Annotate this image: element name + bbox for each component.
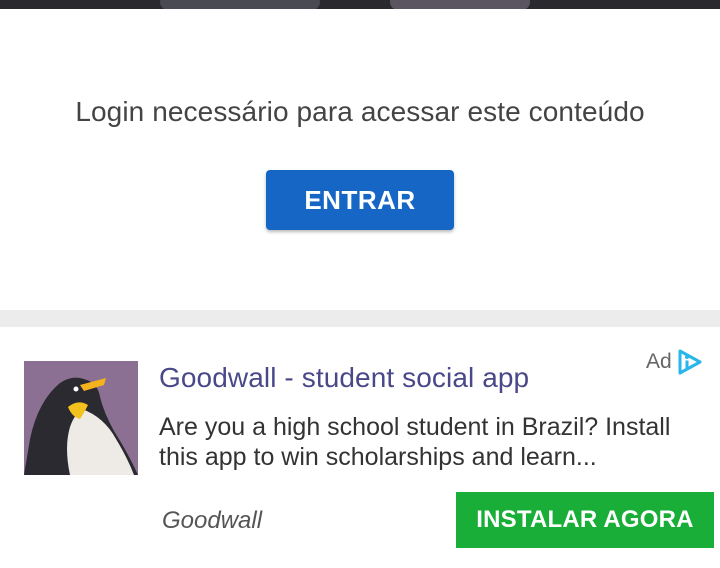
login-required-panel: Login necessário para acessar este conte… — [0, 9, 720, 310]
login-required-message: Login necessário para acessar este conte… — [75, 96, 645, 127]
ad-title[interactable]: Goodwall - student social app — [159, 362, 529, 394]
ad-description: Are you a high school student in Brazil?… — [159, 413, 671, 471]
enter-button[interactable]: ENTRAR — [266, 170, 454, 230]
install-now-button[interactable]: INSTALAR AGORA — [456, 492, 714, 548]
ad-card[interactable]: Goodwall - student social app Are you a … — [0, 327, 720, 568]
adchoices-icon[interactable] — [676, 348, 704, 376]
penguin-icon[interactable] — [24, 361, 138, 475]
section-divider — [0, 310, 720, 327]
ad-badge[interactable]: Ad — [646, 348, 704, 376]
advertiser-name: Goodwall — [162, 507, 263, 534]
video-thumbnail-strip — [0, 0, 720, 9]
ad-label: Ad — [646, 350, 672, 373]
